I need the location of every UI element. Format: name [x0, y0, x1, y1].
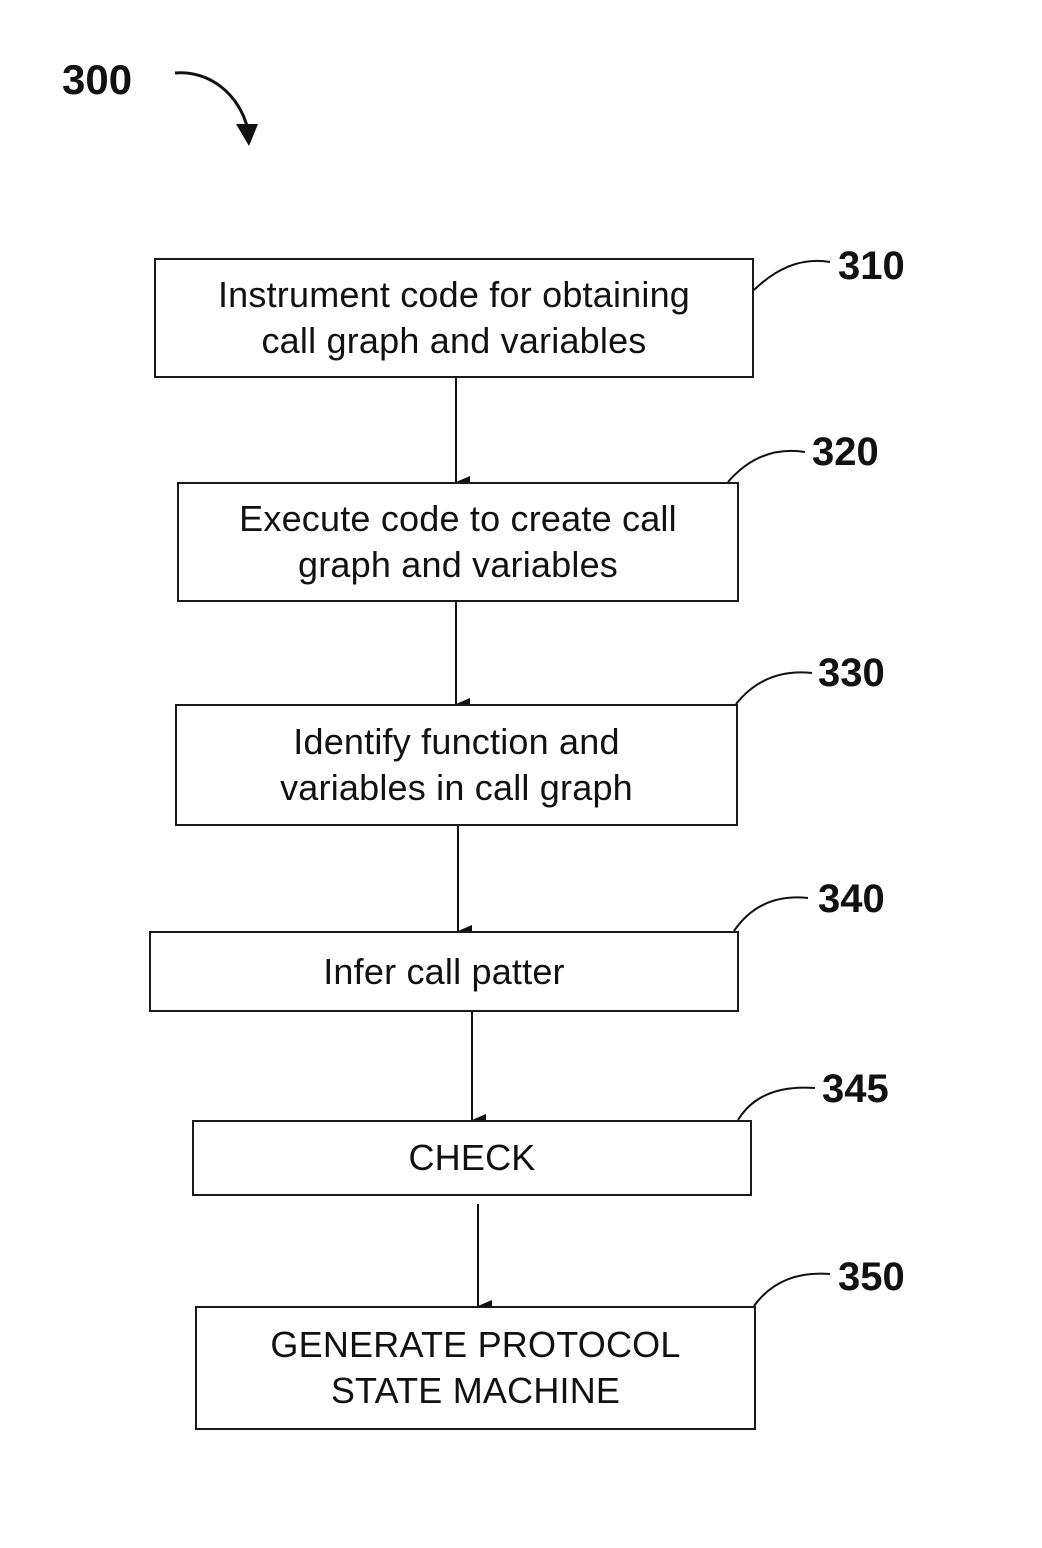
leader-line — [753, 259, 831, 291]
step-text-line: STATE MACHINE — [330, 1370, 621, 1411]
step-text-line: Infer call patter — [323, 950, 565, 992]
step-text-line: call graph and variables — [261, 320, 647, 361]
leader-line — [727, 449, 806, 483]
step-text-line: CHECK — [408, 1137, 536, 1178]
step-reference-number: 330 — [818, 651, 885, 695]
step-box-330: Identify function and variables in call g… — [175, 704, 738, 826]
step-reference-number: 345 — [822, 1067, 889, 1111]
step-box-345: CHECK — [192, 1120, 752, 1196]
leader-line — [735, 671, 813, 705]
figure-reference-number: 300 — [62, 56, 133, 103]
figure-reference-arrowhead-icon — [236, 124, 258, 146]
step-reference-number: 320 — [812, 430, 879, 474]
step-text-line: graph and variables — [297, 544, 618, 585]
step-box-340: Infer call patter — [149, 931, 739, 1012]
step-reference-number: 310 — [838, 244, 905, 288]
leader-line — [753, 1272, 831, 1307]
step-text-line: Execute code to create call — [239, 498, 677, 539]
step-reference-number: 340 — [818, 877, 885, 921]
step-box-310: Instrument code for obtaining call graph … — [154, 258, 754, 378]
leader-line — [737, 1086, 816, 1121]
step-reference-number: 350 — [838, 1255, 905, 1299]
figure-reference-arrow — [174, 71, 250, 131]
step-text-line: Instrument code for obtaining — [217, 274, 691, 315]
leader-line — [733, 896, 809, 932]
step-text-line: GENERATE PROTOCOL — [270, 1324, 681, 1365]
step-box-320: Execute code to create call graph and var… — [177, 482, 739, 602]
step-text-line: variables in call graph — [280, 767, 633, 808]
step-box-350: GENERATE PROTOCOL STATE MACHINE — [195, 1306, 756, 1430]
step-text-line: Identify function and — [293, 721, 620, 762]
